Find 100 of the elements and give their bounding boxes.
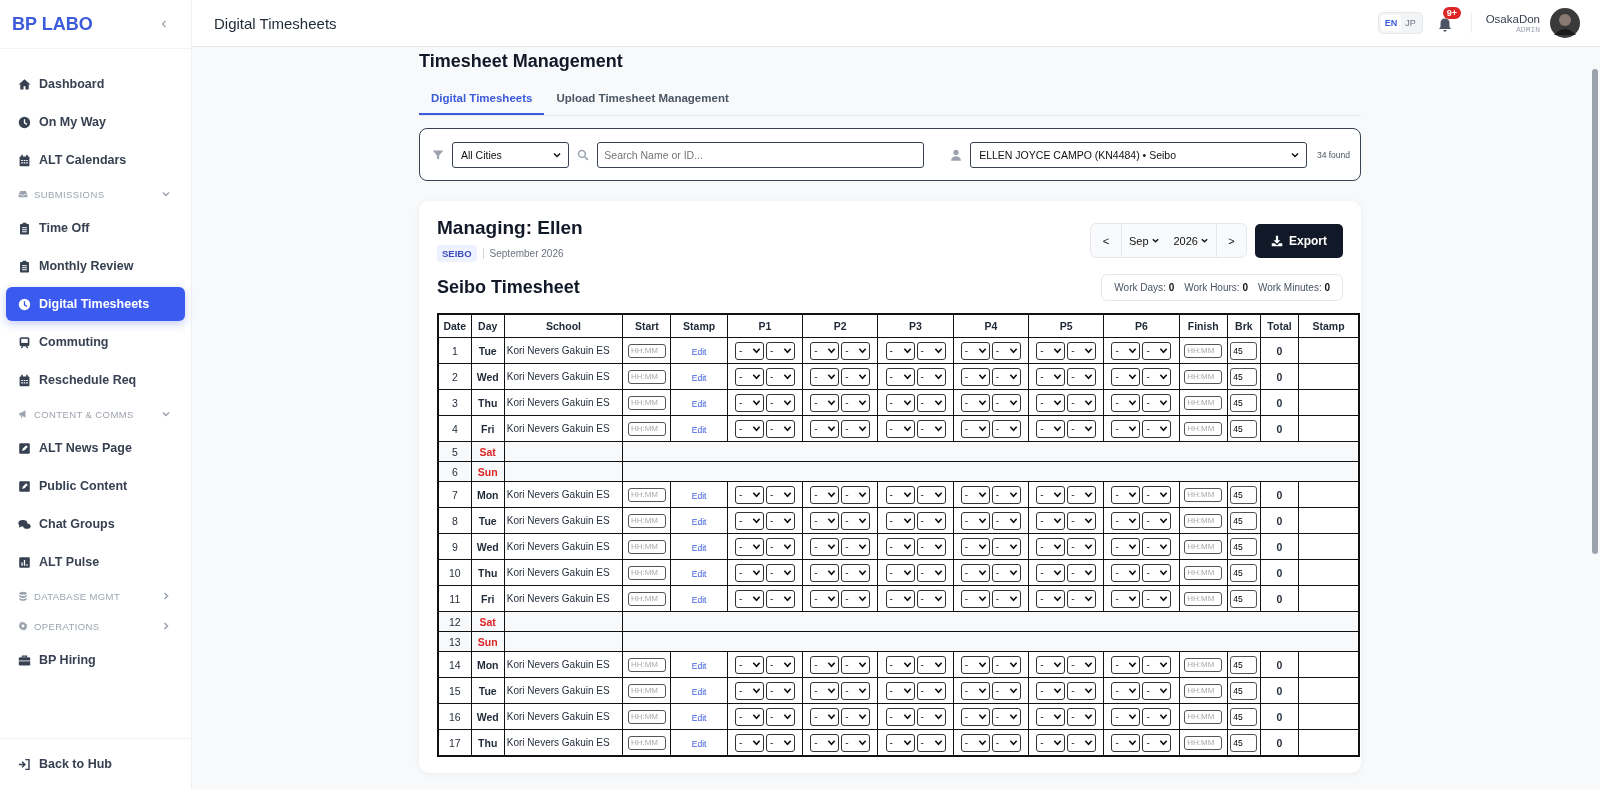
- period-select[interactable]: -: [1111, 537, 1141, 556]
- period-select[interactable]: -: [1036, 419, 1066, 438]
- period-select[interactable]: -: [734, 681, 764, 700]
- previous-month-button[interactable]: <: [1090, 224, 1121, 257]
- period-select[interactable]: -: [1111, 485, 1141, 504]
- period-select[interactable]: -: [1067, 419, 1097, 438]
- time-field[interactable]: HH:MM: [627, 539, 666, 554]
- sidebar-item[interactable]: ALT News Page: [6, 431, 185, 465]
- period-select[interactable]: -: [885, 563, 915, 582]
- period-select[interactable]: -: [734, 537, 764, 556]
- period-select[interactable]: -: [1067, 485, 1097, 504]
- sidebar-item[interactable]: Commuting: [6, 325, 185, 359]
- period-select[interactable]: -: [885, 367, 915, 386]
- time-field[interactable]: HH:MM: [627, 487, 666, 502]
- month-select[interactable]: Sep: [1120, 224, 1167, 257]
- sidebar-item[interactable]: ALT Calendars: [6, 143, 185, 177]
- edit-link[interactable]: Edit: [691, 594, 707, 605]
- period-select[interactable]: -: [734, 341, 764, 360]
- period-select[interactable]: -: [734, 393, 764, 412]
- edit-link[interactable]: Edit: [691, 424, 707, 435]
- period-select[interactable]: -: [1142, 393, 1172, 412]
- break-field[interactable]: 45: [1230, 393, 1258, 412]
- period-select[interactable]: -: [1142, 367, 1172, 386]
- period-select[interactable]: -: [1036, 367, 1066, 386]
- period-select[interactable]: -: [765, 589, 795, 608]
- period-select[interactable]: -: [1036, 733, 1066, 752]
- time-field[interactable]: HH:MM: [627, 395, 666, 410]
- edit-link[interactable]: Edit: [691, 568, 707, 579]
- time-field[interactable]: HH:MM: [1184, 539, 1223, 554]
- tab[interactable]: Digital Timesheets: [419, 84, 545, 115]
- period-select[interactable]: -: [1142, 733, 1172, 752]
- period-select[interactable]: -: [810, 419, 840, 438]
- period-select[interactable]: -: [810, 393, 840, 412]
- avatar[interactable]: [1550, 8, 1580, 38]
- sidebar-item[interactable]: Public Content: [6, 469, 185, 503]
- period-select[interactable]: -: [916, 681, 946, 700]
- period-select[interactable]: -: [810, 655, 840, 674]
- edit-link[interactable]: Edit: [691, 686, 707, 697]
- time-field[interactable]: HH:MM: [1184, 487, 1223, 502]
- time-field[interactable]: HH:MM: [627, 709, 666, 724]
- period-select[interactable]: -: [734, 419, 764, 438]
- period-select[interactable]: -: [960, 393, 990, 412]
- period-select[interactable]: -: [885, 419, 915, 438]
- period-select[interactable]: -: [765, 393, 795, 412]
- edit-link[interactable]: Edit: [691, 542, 707, 553]
- period-select[interactable]: -: [734, 511, 764, 530]
- period-select[interactable]: -: [1067, 733, 1097, 752]
- sidebar-item[interactable]: Dashboard: [6, 67, 185, 101]
- period-select[interactable]: -: [1036, 655, 1066, 674]
- time-field[interactable]: HH:MM: [1184, 657, 1223, 672]
- notification-bell-icon[interactable]: [1436, 17, 1453, 33]
- period-select[interactable]: -: [885, 341, 915, 360]
- period-select[interactable]: -: [960, 707, 990, 726]
- sidebar-item[interactable]: Reschedule Req: [6, 363, 185, 397]
- period-select[interactable]: -: [991, 589, 1021, 608]
- time-field[interactable]: HH:MM: [627, 657, 666, 672]
- sidebar-item[interactable]: Chat Groups: [6, 507, 185, 541]
- period-select[interactable]: -: [810, 733, 840, 752]
- period-select[interactable]: -: [1067, 589, 1097, 608]
- period-select[interactable]: -: [765, 733, 795, 752]
- period-select[interactable]: -: [734, 707, 764, 726]
- period-select[interactable]: -: [916, 707, 946, 726]
- period-select[interactable]: -: [960, 655, 990, 674]
- time-field[interactable]: HH:MM: [1184, 421, 1223, 436]
- break-field[interactable]: 45: [1230, 419, 1258, 438]
- period-select[interactable]: -: [1142, 707, 1172, 726]
- period-select[interactable]: -: [734, 485, 764, 504]
- period-select[interactable]: -: [765, 485, 795, 504]
- sidebar-item[interactable]: On My Way: [6, 105, 185, 139]
- city-select[interactable]: All Cities: [452, 141, 570, 168]
- time-field[interactable]: HH:MM: [627, 421, 666, 436]
- period-select[interactable]: -: [916, 589, 946, 608]
- period-select[interactable]: -: [916, 511, 946, 530]
- period-select[interactable]: -: [765, 655, 795, 674]
- period-select[interactable]: -: [765, 511, 795, 530]
- period-select[interactable]: -: [1036, 563, 1066, 582]
- period-select[interactable]: -: [841, 419, 871, 438]
- period-select[interactable]: -: [1036, 589, 1066, 608]
- time-field[interactable]: HH:MM: [1184, 683, 1223, 698]
- period-select[interactable]: -: [841, 485, 871, 504]
- period-select[interactable]: -: [841, 563, 871, 582]
- collapse-icon[interactable]: [159, 19, 169, 29]
- break-field[interactable]: 45: [1230, 511, 1258, 530]
- period-select[interactable]: -: [1036, 485, 1066, 504]
- time-field[interactable]: HH:MM: [627, 683, 666, 698]
- period-select[interactable]: -: [841, 367, 871, 386]
- sidebar-item[interactable]: Monthly Review: [6, 249, 185, 283]
- period-select[interactable]: -: [960, 589, 990, 608]
- period-select[interactable]: -: [885, 733, 915, 752]
- sidebar-item[interactable]: BP Hiring: [6, 643, 185, 677]
- period-select[interactable]: -: [810, 367, 840, 386]
- period-select[interactable]: -: [991, 367, 1021, 386]
- period-select[interactable]: -: [916, 393, 946, 412]
- period-select[interactable]: -: [1036, 511, 1066, 530]
- sidebar-item[interactable]: ALT Pulse: [6, 545, 185, 579]
- period-select[interactable]: -: [960, 537, 990, 556]
- period-select[interactable]: -: [916, 537, 946, 556]
- period-select[interactable]: -: [841, 707, 871, 726]
- edit-link[interactable]: Edit: [691, 372, 707, 383]
- period-select[interactable]: -: [1036, 707, 1066, 726]
